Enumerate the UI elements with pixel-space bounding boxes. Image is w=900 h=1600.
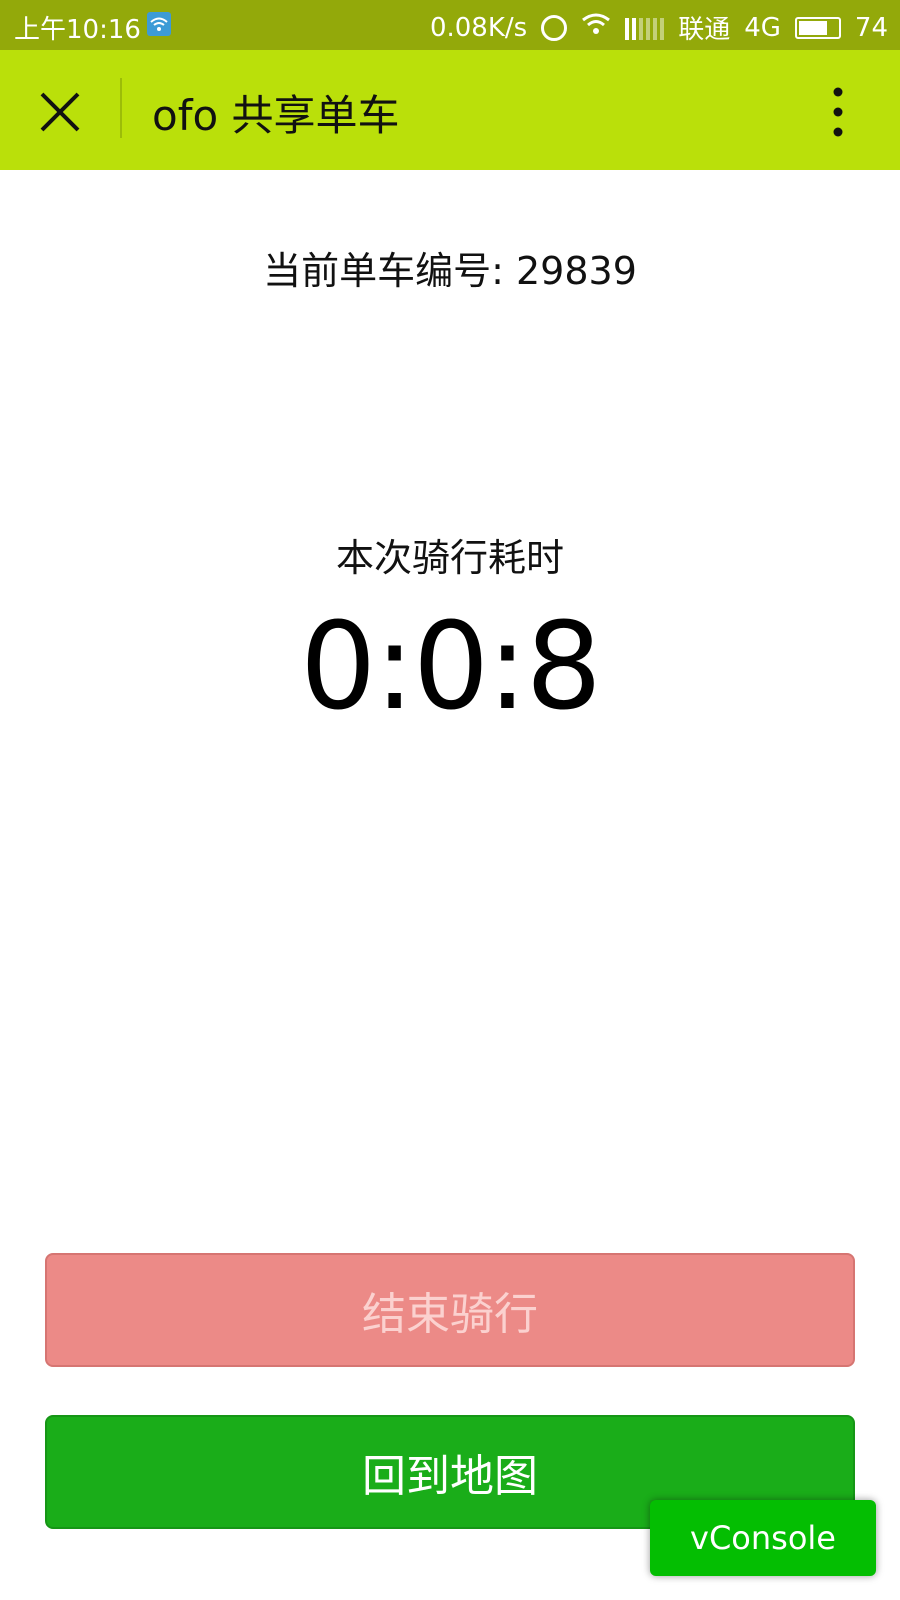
- more-vertical-icon[interactable]: [826, 86, 850, 138]
- end-ride-button[interactable]: 结束骑行: [45, 1253, 855, 1367]
- carrier-name: 联通: [678, 15, 731, 45]
- wifi-icon: [147, 12, 171, 36]
- bike-number-label: 当前单车编号:: [263, 249, 504, 293]
- duration-timer: 0:0:8: [300, 598, 602, 737]
- battery-level: 74: [854, 12, 888, 43]
- page-title: ofo 共享单车: [152, 91, 400, 140]
- close-icon[interactable]: [36, 88, 84, 136]
- nav-bar: ofo 共享单车: [0, 50, 900, 170]
- network-speed: 0.08K/s: [429, 12, 528, 43]
- battery-icon: [794, 16, 841, 39]
- nav-divider: [120, 78, 122, 138]
- signal-icon: [625, 16, 665, 40]
- status-bar: 上午10:16 0.08K/s 联通 4G 74: [0, 0, 900, 50]
- status-time: 上午10:16: [14, 15, 141, 45]
- bike-number-line: 当前单车编号: 29839: [0, 240, 900, 295]
- duration-label: 本次骑行耗时: [335, 536, 564, 580]
- wifi-signal-icon: [581, 12, 611, 43]
- alarm-icon: [541, 14, 568, 41]
- bike-number-value: 29839: [516, 249, 637, 293]
- network-type: 4G: [744, 12, 781, 43]
- vconsole-button[interactable]: vConsole: [650, 1500, 876, 1576]
